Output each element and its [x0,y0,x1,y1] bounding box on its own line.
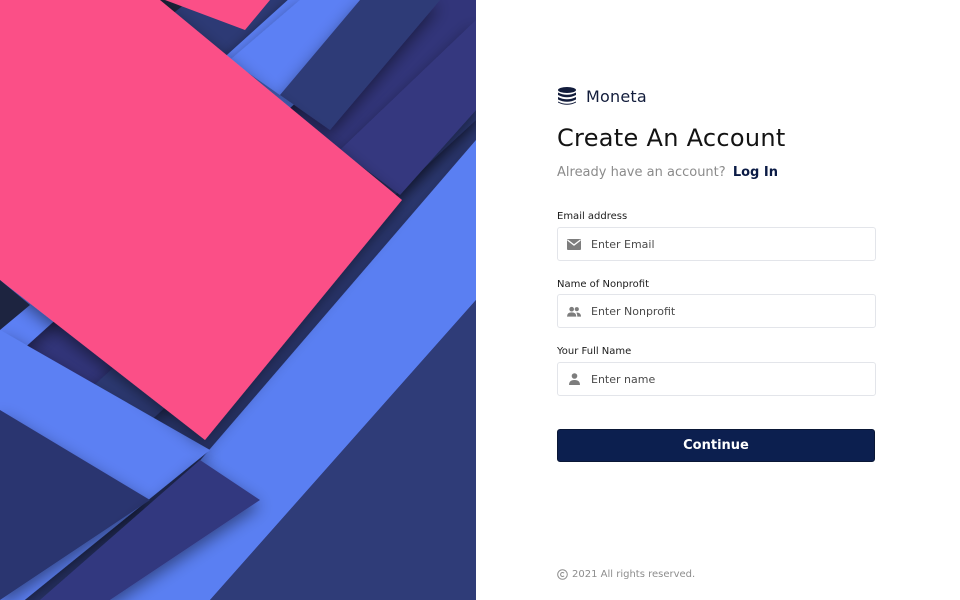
login-prompt-text: Already have an account? [557,165,726,180]
email-label: Email address [557,211,628,222]
email-field[interactable] [557,227,876,261]
database-stack-icon [557,86,577,106]
full-name-field[interactable] [557,362,876,396]
footer: 2021 All rights reserved. [557,569,695,580]
nonprofit-label: Name of Nonprofit [557,279,650,290]
brand-logo: Moneta [557,86,647,106]
login-prompt: Already have an account? Log In [557,165,778,180]
full-name-label: Your Full Name [557,346,632,357]
page-title: Create An Account [557,124,786,152]
mail-icon [567,237,581,251]
signup-panel: Moneta Create An Account Already have an… [476,0,960,600]
brand-name: Moneta [586,86,647,106]
decorative-background-art [0,0,476,600]
email-input[interactable] [591,237,861,251]
continue-button[interactable]: Continue [557,429,875,462]
login-link[interactable]: Log In [733,165,778,180]
nonprofit-field[interactable] [557,294,876,328]
copyright-text: 2021 All rights reserved. [572,569,696,580]
nonprofit-input[interactable] [591,304,861,318]
person-icon [567,372,581,386]
abstract-stripes-illustration [0,0,476,600]
copyright-icon [557,569,568,580]
people-icon [567,304,581,318]
full-name-input[interactable] [591,372,861,386]
